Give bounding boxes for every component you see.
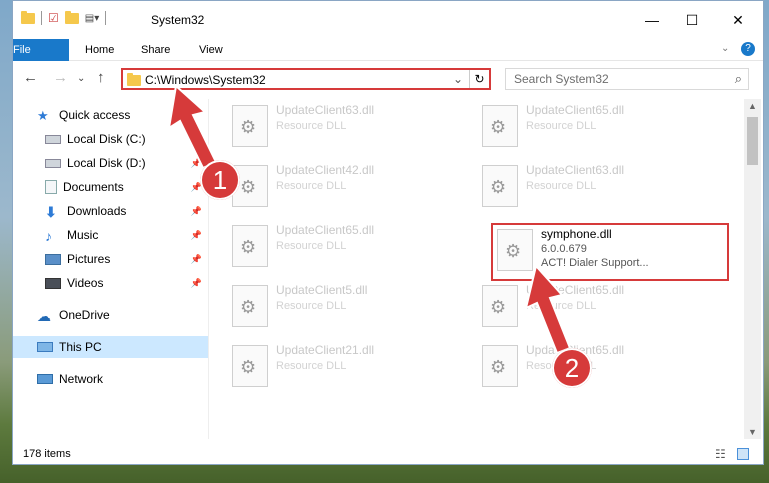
step-2-badge: 2 [552, 348, 592, 388]
arrow-to-address-bar [167, 84, 218, 170]
annotation-overlay [167, 84, 572, 355]
arrow-to-symphone-file [524, 263, 572, 355]
step-1-badge: 1 [200, 160, 240, 200]
